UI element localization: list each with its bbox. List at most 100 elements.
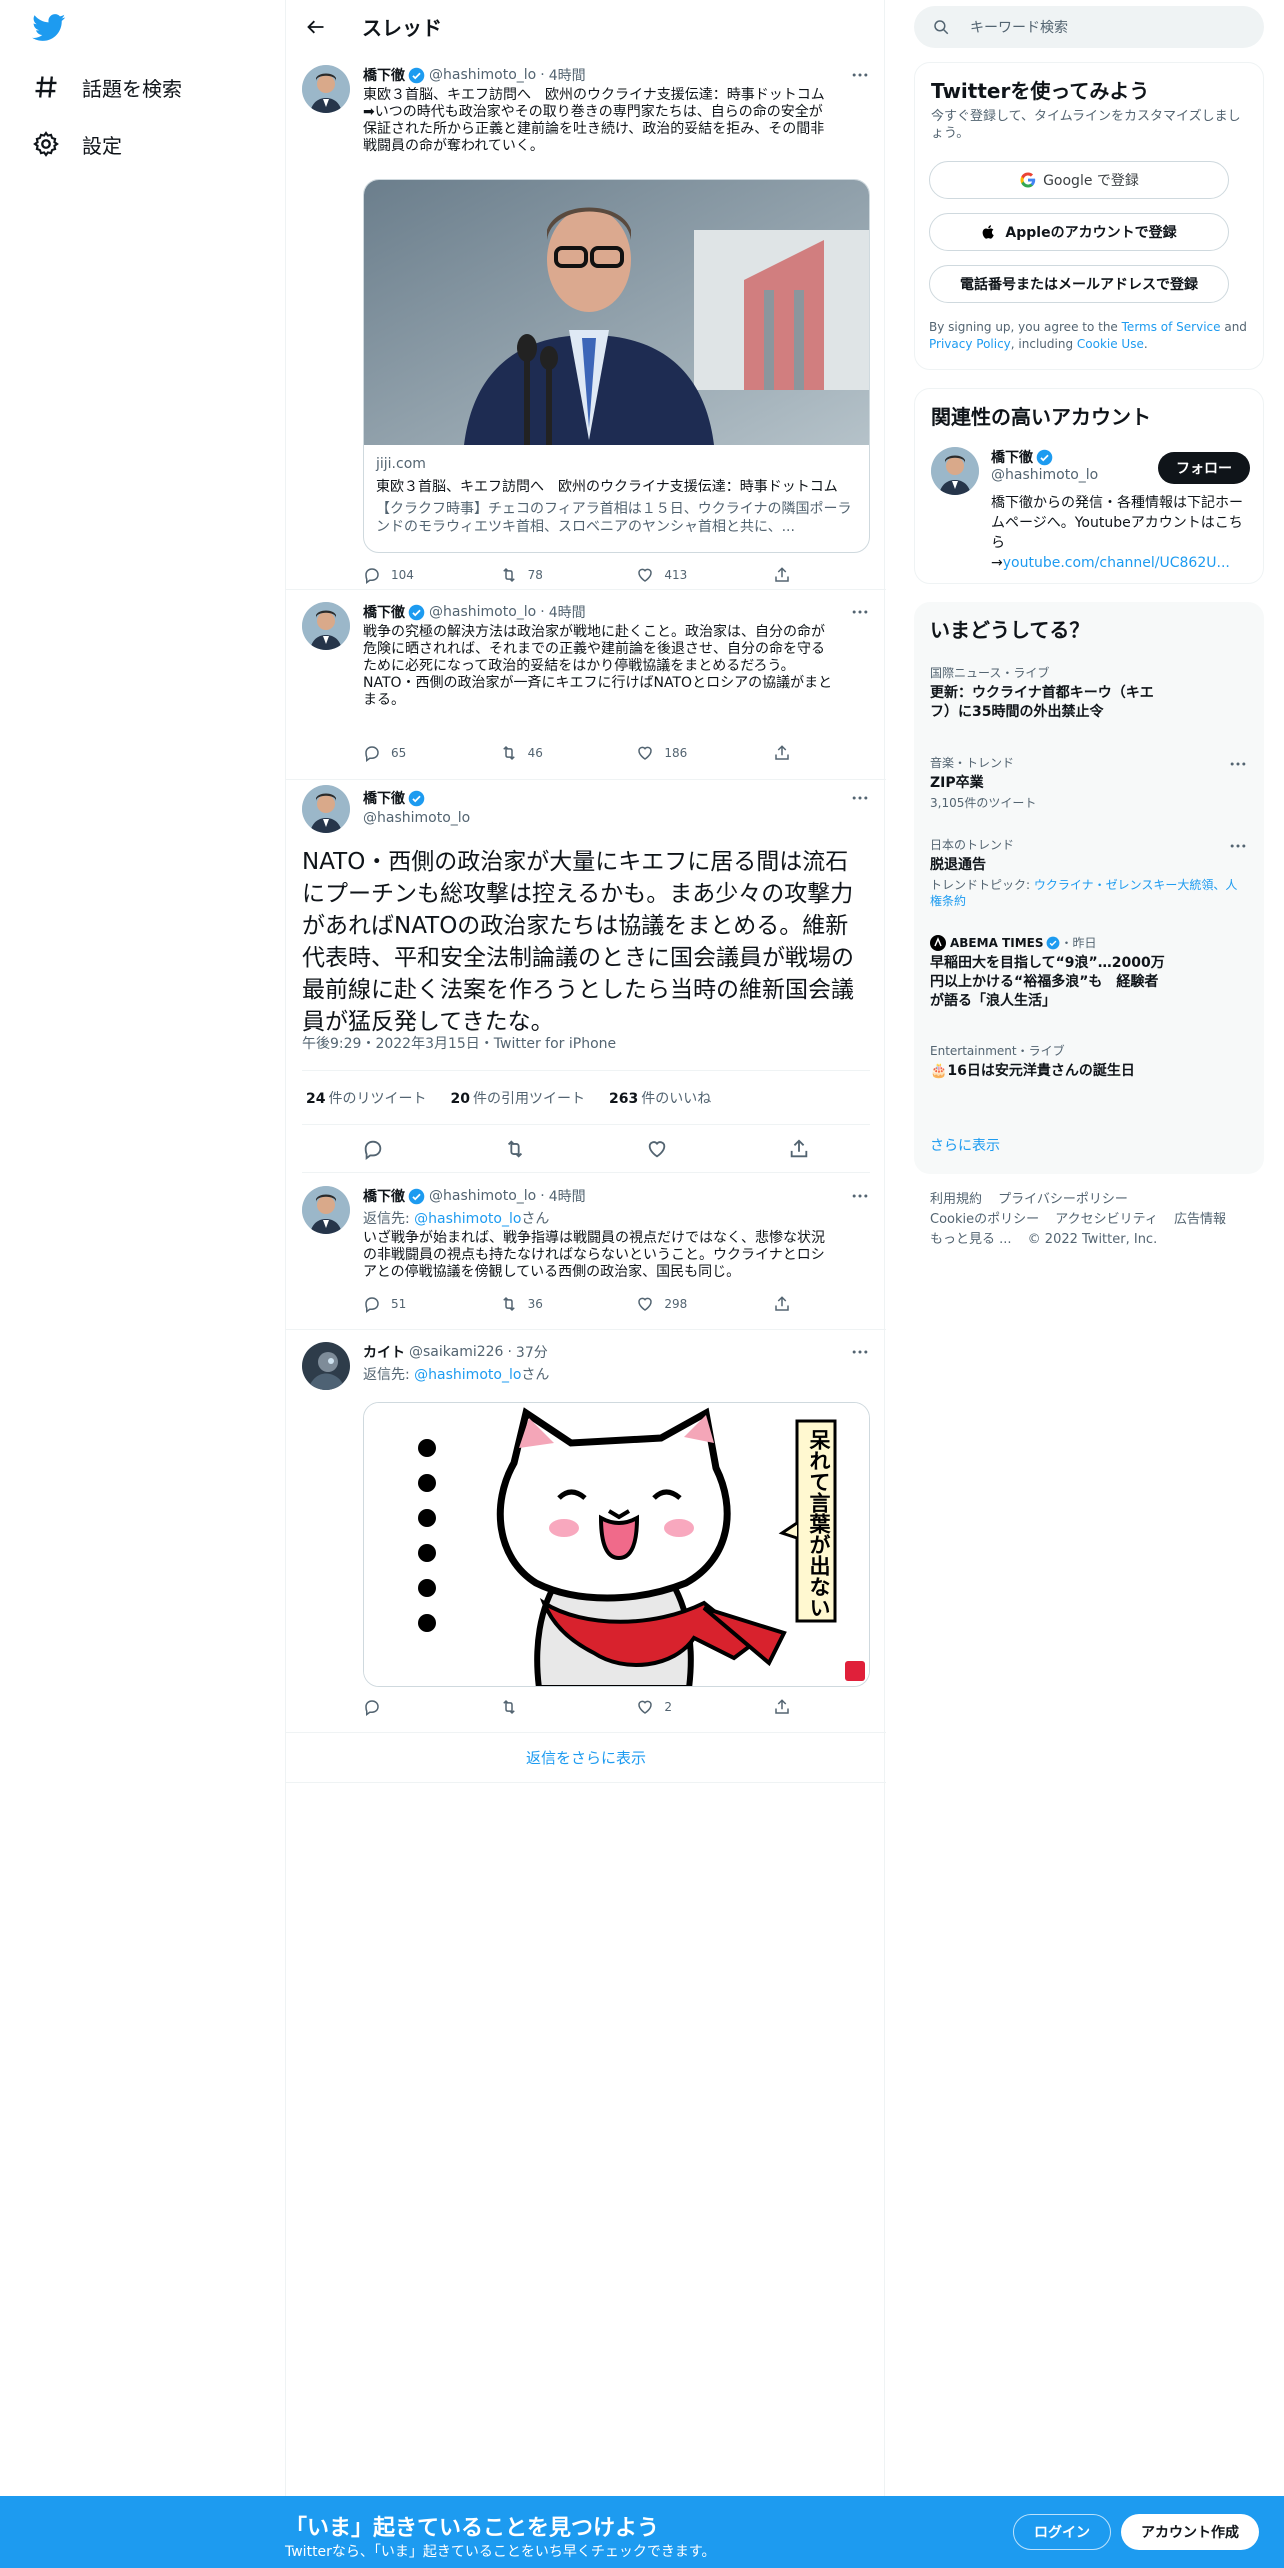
follow-button[interactable]: フォロー <box>1158 452 1250 484</box>
share-button[interactable] <box>773 1294 793 1314</box>
footer-link[interactable]: もっと見る ... <box>930 1232 1012 1247</box>
google-signup-button[interactable]: Google で登録 <box>929 161 1229 199</box>
search-input[interactable]: キーワード検索 <box>970 17 1068 37</box>
tweet-text: いざ戦争が始まれば、戦争指導は戦闘員の視点だけではなく、悲惨な状況 の非戦闘員の… <box>363 1230 825 1280</box>
nav-settings[interactable]: 設定 <box>32 124 122 164</box>
back-arrow-icon[interactable] <box>298 9 334 45</box>
reply-to-link[interactable]: @hashimoto_lo <box>414 1367 521 1383</box>
avatar[interactable] <box>302 65 350 113</box>
avatar[interactable] <box>302 1186 350 1234</box>
reply-button[interactable] <box>363 1697 463 1717</box>
author-handle[interactable]: @hashimoto_lo <box>429 67 536 83</box>
trend-item[interactable]: 音楽・トレンド ZIP卒業 3,105件のツイート <box>930 754 1248 811</box>
signup-subtitle: 今すぐ登録して、タイムラインをカスタマイズしましょう。 <box>931 109 1241 141</box>
more-options-icon[interactable] <box>850 1186 870 1206</box>
retweet-button[interactable]: 46 <box>500 743 600 763</box>
more-options-icon[interactable] <box>850 1342 870 1362</box>
heart-icon[interactable] <box>646 1138 668 1160</box>
twitter-logo-icon[interactable] <box>32 14 66 44</box>
retweet-stat[interactable]: 24 件のリツイート <box>302 1088 426 1108</box>
footer-link[interactable]: Cookieのポリシー <box>930 1212 1039 1227</box>
show-more-replies-button[interactable]: 返信をさらに表示 <box>286 1733 886 1783</box>
share-button[interactable] <box>773 1697 793 1717</box>
author-name[interactable]: 橋下徹 <box>363 602 405 622</box>
timestamp[interactable]: 4時間 <box>549 1186 586 1206</box>
trend-item[interactable]: 日本のトレンド 脱退通告 トレンドトピック: ウクライナ・ゼレンスキー大統領、人… <box>930 836 1248 909</box>
signup-button[interactable]: アカウント作成 <box>1121 2514 1259 2550</box>
author-handle[interactable]: @hashimoto_lo <box>363 810 870 826</box>
author-handle[interactable]: @hashimoto_lo <box>429 1188 536 1204</box>
trend-tweet-count: 3,105件のツイート <box>930 796 1037 810</box>
share-icon[interactable] <box>788 1138 810 1160</box>
link-card[interactable]: jiji.com 東欧３首脳、キエフ訪問へ 欧州のウクライナ支援伝達：時事ドット… <box>363 179 870 553</box>
author-name[interactable]: カイト <box>363 1342 405 1362</box>
tweet[interactable]: 橋下徹 @hashimoto_lo · 4時間 戦争の究極の解決方法は政治家が戦… <box>286 590 886 780</box>
retweet-button[interactable]: 36 <box>500 1294 600 1314</box>
reply-to-link[interactable]: @hashimoto_lo <box>414 1211 521 1227</box>
cookie-link[interactable]: Cookie Use <box>1077 337 1144 351</box>
phone-email-signup-label: 電話番号またはメールアドレスで登録 <box>960 277 1198 293</box>
retweet-icon[interactable] <box>504 1138 526 1160</box>
share-button[interactable] <box>773 565 793 585</box>
like-stat[interactable]: 263 件のいいね <box>605 1088 711 1108</box>
like-button[interactable]: 298 <box>636 1294 736 1314</box>
author-name[interactable]: 橋下徹 <box>363 1186 405 1206</box>
avatar[interactable] <box>302 785 350 833</box>
retweet-button[interactable]: 78 <box>500 565 600 585</box>
more-options-icon[interactable] <box>1228 836 1248 856</box>
more-options-icon[interactable] <box>850 788 870 808</box>
retweet-button[interactable] <box>500 1697 600 1717</box>
tweet[interactable]: 橋下徹 @hashimoto_lo · 4時間 返信先: @hashimoto_… <box>286 1174 886 1330</box>
reply-button[interactable]: 104 <box>363 565 463 585</box>
share-icon <box>773 744 791 762</box>
reply-context: 返信先: @hashimoto_loさん <box>363 1208 870 1228</box>
more-options-icon[interactable] <box>850 602 870 622</box>
tweet[interactable]: 橋下徹 @hashimoto_lo · 4時間 東欧３首脳、キエフ訪問へ 欧州の… <box>286 53 886 590</box>
search-bar[interactable]: キーワード検索 <box>914 6 1264 48</box>
terms-link[interactable]: Terms of Service <box>1122 320 1221 334</box>
related-bio-link[interactable]: youtube.com/channel/UC862U... <box>1003 555 1230 571</box>
trend-item[interactable]: 国際ニュース・ライブ 更新：ウクライナ首都キーウ（キエフ）に35時間の外出禁止令 <box>930 664 1248 722</box>
avatar[interactable] <box>302 602 350 650</box>
more-options-icon[interactable] <box>850 65 870 85</box>
quote-stat[interactable]: 20 件の引用ツイート <box>446 1088 584 1108</box>
timestamp[interactable]: 4時間 <box>549 65 586 85</box>
reply-button[interactable]: 65 <box>363 743 463 763</box>
apple-signup-button[interactable]: Appleのアカウントで登録 <box>929 213 1229 251</box>
privacy-link[interactable]: Privacy Policy <box>929 337 1011 351</box>
footer-link[interactable]: 利用規約 <box>930 1192 982 1207</box>
tweet-meta[interactable]: 午後9:29・2022年3月15日・Twitter for iPhone <box>302 1033 616 1053</box>
tweet[interactable]: カイト @saikami226 · 37分 返信先: @hashimoto_lo… <box>286 1330 886 1733</box>
sticker-image[interactable]: 呆れて言葉が出ない <box>363 1402 870 1687</box>
timestamp[interactable]: 37分 <box>516 1342 548 1362</box>
author-handle[interactable]: @saikami226 <box>409 1344 503 1360</box>
phone-email-signup-button[interactable]: 電話番号またはメールアドレスで登録 <box>929 265 1229 303</box>
footer-link[interactable]: プライバシーポリシー <box>998 1192 1128 1207</box>
author-name[interactable]: 橋下徹 <box>363 788 405 808</box>
like-button[interactable]: 413 <box>636 565 736 585</box>
share-icon <box>773 1295 791 1313</box>
more-options-icon[interactable] <box>1228 754 1248 774</box>
timestamp[interactable]: 4時間 <box>549 602 586 622</box>
avatar[interactable] <box>302 1342 350 1390</box>
like-count: 413 <box>664 568 688 582</box>
footer-link[interactable]: 広告情報 <box>1174 1212 1226 1227</box>
reply-icon[interactable] <box>362 1138 384 1160</box>
nav-explore[interactable]: 話題を検索 <box>32 67 182 107</box>
footer-link[interactable]: アクセシビリティ <box>1055 1212 1158 1227</box>
author-handle[interactable]: @hashimoto_lo <box>429 604 536 620</box>
share-button[interactable] <box>773 743 793 763</box>
avatar[interactable] <box>931 447 979 495</box>
trend-item[interactable]: ABEMA TIMES ・昨日 早稲田大を目指して“9浪”…2000万円以上かけ… <box>930 934 1248 1011</box>
verified-badge-icon <box>408 604 425 621</box>
show-more-trends-link[interactable]: さらに表示 <box>930 1135 1000 1155</box>
retweet-icon <box>500 744 518 762</box>
login-button[interactable]: ログイン <box>1013 2514 1111 2550</box>
reply-button[interactable]: 51 <box>363 1294 463 1314</box>
related-name[interactable]: 橋下徹 <box>991 447 1033 467</box>
trend-item[interactable]: Entertainment・ライブ 🎂16日は安元洋貴さんの誕生日 <box>930 1042 1248 1081</box>
like-button[interactable]: 2 <box>636 1697 736 1717</box>
author-name[interactable]: 橋下徹 <box>363 65 405 85</box>
like-button[interactable]: 186 <box>636 743 736 763</box>
related-handle[interactable]: @hashimoto_lo <box>991 467 1151 483</box>
